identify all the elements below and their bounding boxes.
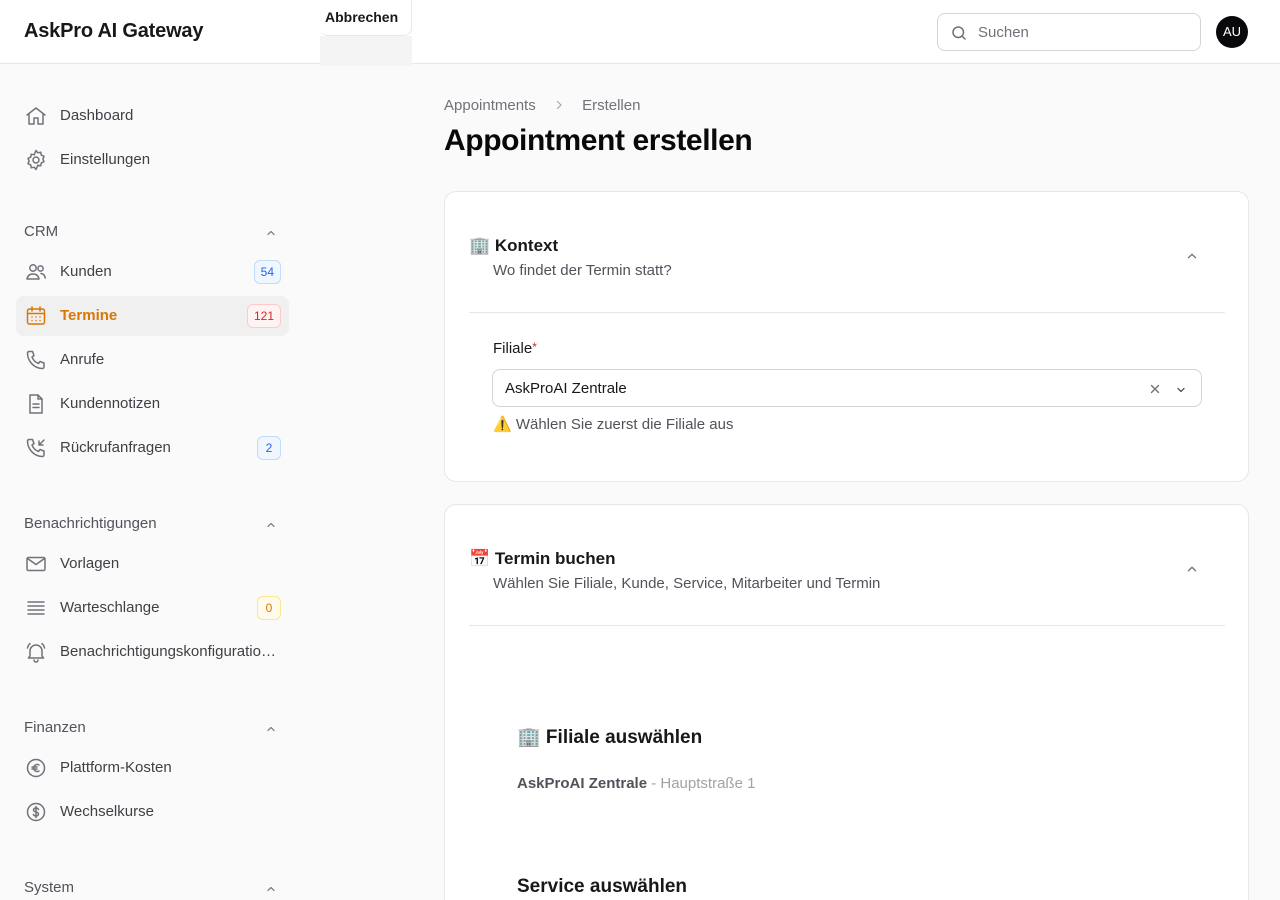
branch-field-label: Filiale* [493,340,537,357]
avatar[interactable]: AU [1216,16,1248,48]
selected-branch-address: - Hauptstraße 1 [647,775,756,792]
section-divider [469,312,1225,313]
chevron-down-icon[interactable] [1175,383,1187,401]
sidebar-item-label: Vorlagen [60,555,120,572]
selected-branch-info: AskProAI Zentrale - Hauptstraße 1 [517,775,755,792]
sidebar-group-finanzen[interactable]: Finanzen [24,716,281,740]
sidebar-group-label: System [24,879,75,896]
chevron-up-icon[interactable] [265,518,277,536]
sidebar-item-label: Benachrichtigungskonfigurationen [60,643,281,660]
sidebar-item-einstellungen[interactable]: Einstellungen [16,140,289,180]
count-badge: 121 [246,304,281,328]
booking-section-subtitle: Wählen Sie Filiale, Kunde, Service, Mita… [493,575,881,592]
sidebar-item-wechselkurse[interactable]: Wechselkurse [16,792,289,832]
sidebar-item-label: Dashboard [60,107,134,124]
bell-icon [24,640,48,664]
sidebar-group-crm[interactable]: CRM [24,220,281,244]
page-title: Appointment erstellen [444,124,753,157]
cancel-button[interactable]: Abbrechen [320,0,412,36]
sidebar-item-label: Plattform-Kosten [60,759,172,776]
branch-field-label-text: Filiale [493,340,533,357]
sidebar-group-system[interactable]: System [24,876,281,900]
gear-icon [24,148,48,172]
service-select-heading: Service auswählen [517,876,688,897]
cancel-backdrop [320,36,412,66]
booking-section: 📅 Termin buchen Wählen Sie Filiale, Kund… [444,504,1249,900]
context-section-subtitle: Wo findet der Termin statt? [493,262,672,279]
home-icon [24,104,48,128]
selected-branch-name: AskProAI Zentrale [517,775,648,792]
chevron-right-icon [553,98,565,115]
sidebar-item-warteschlange[interactable]: Warteschlange 0 [16,588,289,628]
sidebar-item-termine[interactable]: Termine 121 [16,296,289,336]
sidebar-item-anrufe[interactable]: Anrufe [16,340,289,380]
clear-icon[interactable] [1148,382,1162,401]
sidebar-item-label: Einstellungen [60,151,151,168]
breadcrumb-parent-link[interactable]: Appointments [444,97,536,114]
app-title[interactable]: AskPro AI Gateway [24,20,203,43]
sidebar-item-kundennotizen[interactable]: Kundennotizen [16,384,289,424]
envelope-icon [24,552,48,576]
sidebar-item-label: Warteschlange [60,599,160,616]
context-section-title: 🏢 Kontext [469,236,559,255]
context-section: 🏢 Kontext Wo findet der Termin statt? Fi… [444,191,1249,482]
count-badge: 0 [257,596,281,620]
sidebar-item-label: Rückrufanfragen [60,439,171,456]
chevron-up-icon[interactable] [265,722,277,740]
sidebar-item-kunden[interactable]: Kunden 54 [16,252,289,292]
top-bar: AskPro AI Gateway AU [0,0,1280,64]
sidebar-item-plattform-kosten[interactable]: Plattform-Kosten [16,748,289,788]
phone-callback-icon [24,436,48,460]
branch-hint: ⚠️ Wählen Sie zuerst die Filiale aus [493,416,734,433]
queue-icon [24,596,48,620]
dollar-icon [24,800,48,824]
branch-select[interactable]: AskProAI Zentrale [492,369,1202,407]
users-icon [24,260,48,284]
collapse-chevron-icon[interactable] [1185,562,1199,581]
sidebar-item-vorlagen[interactable]: Vorlagen [16,544,289,584]
search-box[interactable] [937,13,1201,51]
sidebar-group-label: CRM [24,223,59,240]
sidebar-item-ruckrufanfragen[interactable]: Rückrufanfragen 2 [16,428,289,468]
breadcrumb-current: Erstellen [582,97,641,114]
chevron-up-icon[interactable] [265,882,277,900]
count-badge: 2 [257,436,281,460]
document-icon [24,392,48,416]
calendar-icon [24,304,48,328]
search-icon [952,26,966,40]
sidebar-item-label: Kundennotizen [60,395,161,412]
euro-icon [24,756,48,780]
breadcrumb: Appointments Erstellen [444,97,640,115]
sidebar-group-label: Finanzen [24,719,86,736]
sidebar-item-label: Anrufe [60,351,105,368]
sidebar-group-label: Benachrichtigungen [24,515,157,532]
branch-select-value: AskProAI Zentrale [505,380,627,397]
chevron-up-icon[interactable] [265,226,277,244]
sidebar-item-label: Termine [60,307,118,324]
search-input[interactable] [978,14,1193,50]
count-badge: 54 [253,260,281,284]
booking-section-title: 📅 Termin buchen [469,549,616,568]
section-divider [469,625,1225,626]
sidebar-item-dashboard[interactable]: Dashboard [16,96,289,136]
collapse-chevron-icon[interactable] [1185,249,1199,268]
sidebar-item-benachrichtigungskonfigurationen[interactable]: Benachrichtigungskonfigurationen [16,632,289,672]
phone-icon [24,348,48,372]
sidebar-item-label: Kunden [60,263,112,280]
required-marker: * [532,340,537,354]
sidebar-group-benachrichtigungen[interactable]: Benachrichtigungen [24,512,281,536]
sidebar-item-label: Wechselkurse [60,803,154,820]
branch-select-heading: 🏢 Filiale auswählen [517,727,703,748]
